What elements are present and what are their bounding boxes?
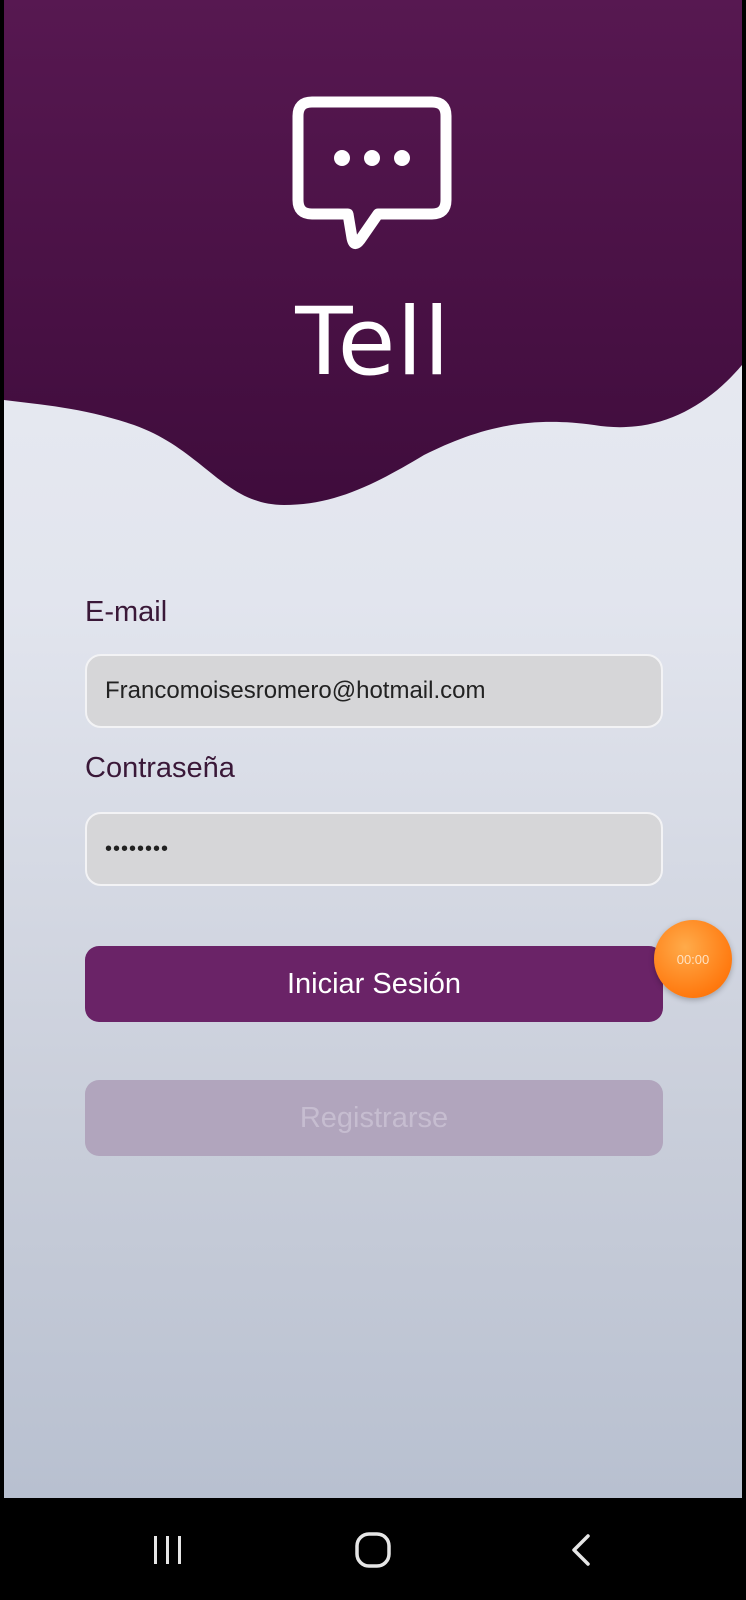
timer-text: 00:00 bbox=[676, 951, 710, 967]
system-navigation-bar bbox=[0, 1498, 746, 1600]
recents-icon bbox=[154, 1536, 181, 1564]
email-field[interactable]: Francomoisesromero@hotmail.com bbox=[85, 654, 663, 728]
register-button-label: Registrarse bbox=[299, 1101, 449, 1134]
login-screen: Tell E-mail Francomoisesromero@hotmail.c… bbox=[4, 0, 742, 1498]
login-button[interactable]: Iniciar Sesión bbox=[85, 946, 663, 1022]
recents-button[interactable] bbox=[138, 1520, 198, 1580]
email-field-value: Francomoisesromero@hotmail.com bbox=[105, 677, 486, 704]
register-button[interactable]: Registrarse bbox=[85, 1080, 663, 1156]
screen-recorder-timer-bubble[interactable]: 00:00 bbox=[654, 920, 732, 998]
back-button[interactable] bbox=[552, 1520, 612, 1580]
app-title: Tell bbox=[295, 288, 451, 397]
password-field-value: •••••••• bbox=[105, 837, 170, 860]
chat-bubble-logo-icon bbox=[292, 96, 452, 249]
login-button-label: Iniciar Sesión bbox=[286, 967, 462, 1000]
password-label: Contraseña bbox=[85, 752, 235, 784]
home-icon bbox=[355, 1532, 391, 1568]
email-label: E-mail bbox=[85, 596, 168, 628]
home-button[interactable] bbox=[343, 1520, 403, 1580]
back-icon bbox=[572, 1534, 590, 1566]
password-field[interactable]: •••••••• bbox=[85, 812, 663, 886]
